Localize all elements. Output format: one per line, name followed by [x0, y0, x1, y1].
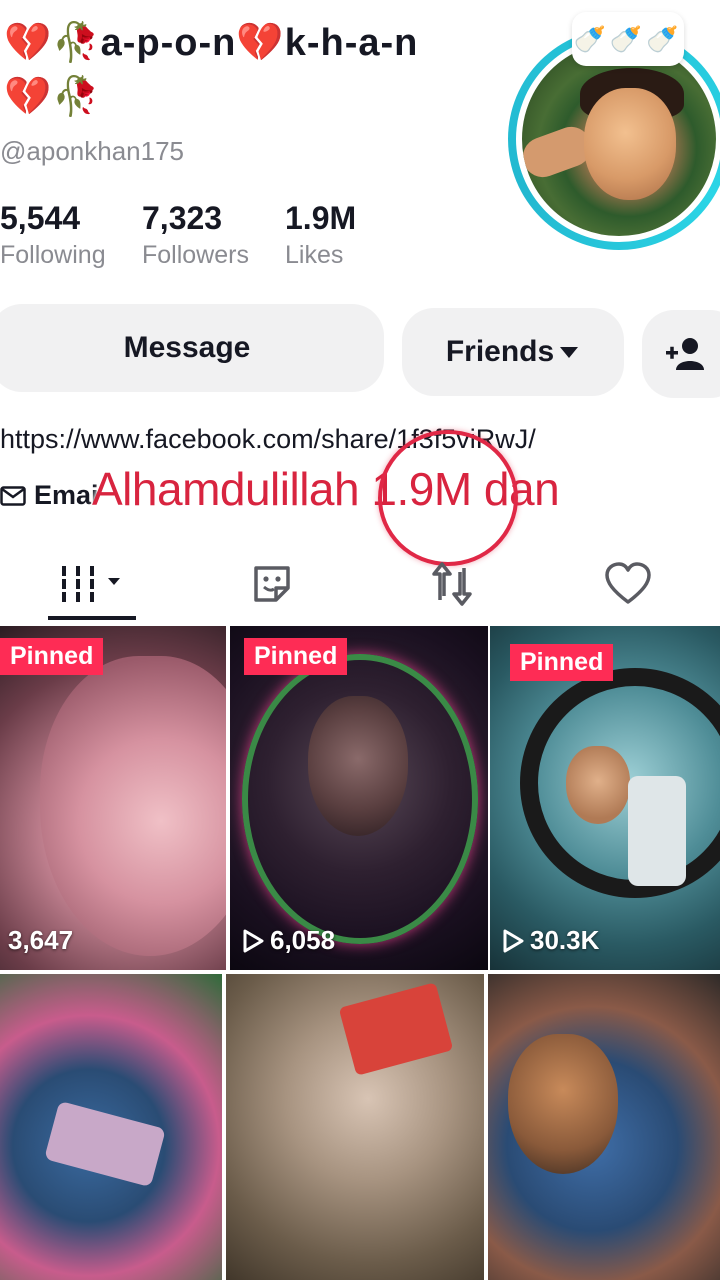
display-name-part2: k-h-a-n	[284, 22, 419, 64]
thumbnail-image	[308, 696, 408, 836]
message-button[interactable]: Message	[0, 304, 384, 392]
active-tab-indicator	[48, 616, 136, 620]
display-name-line2: 💔🥀	[4, 74, 101, 119]
followers-label: Followers	[142, 241, 249, 269]
view-count: 6,058	[242, 925, 335, 956]
video-thumbnail[interactable]	[488, 974, 720, 1280]
pinned-badge: Pinned	[244, 638, 348, 675]
pinned-badge: Pinned	[510, 644, 614, 681]
avatar-badge[interactable]: 🍼🍼🍼	[572, 12, 684, 66]
rose-emoji: 🥀	[52, 20, 101, 64]
broken-heart-emoji: 💔	[4, 74, 53, 118]
avatar-image	[516, 36, 720, 242]
tab-collection[interactable]	[240, 556, 304, 612]
thumbnail-image	[566, 746, 630, 824]
followers-stat[interactable]: 7,323 Followers	[142, 200, 249, 270]
thumbnail-image	[44, 1100, 166, 1188]
tab-videos[interactable]	[48, 556, 138, 612]
display-name: 💔🥀a-p-o-n💔k-h-a-n	[4, 20, 418, 65]
view-count-text: 30.3K	[530, 925, 600, 955]
view-count-text: 6,058	[270, 925, 336, 955]
likes-label: Likes	[285, 241, 344, 269]
sticker-icon	[254, 566, 290, 602]
thumbnail-image	[40, 656, 226, 956]
phone-shape	[628, 776, 686, 886]
add-user-icon	[666, 338, 704, 370]
friends-button[interactable]: Friends	[402, 308, 624, 396]
email-link[interactable]: Emai	[0, 480, 99, 511]
caret-down-icon	[560, 347, 579, 358]
pinned-badge: Pinned	[0, 638, 104, 675]
username-handle: @aponkhan175	[0, 136, 184, 166]
broken-heart-emoji: 💔	[4, 20, 53, 64]
friends-label: Friends	[445, 335, 555, 368]
likes-count: 1.9M	[285, 200, 357, 236]
repost-icon	[432, 562, 472, 606]
email-label: Emai	[34, 480, 99, 510]
view-count: 30.3K	[502, 925, 599, 956]
following-count: 5,544	[0, 200, 81, 236]
thumbnail-image	[338, 982, 454, 1076]
display-name-part1: a-p-o-n	[100, 22, 237, 64]
mail-icon	[0, 485, 26, 506]
video-thumbnail[interactable]: Pinned 6,058	[230, 626, 488, 970]
video-thumbnail[interactable]: Pinned 3,647	[0, 626, 226, 970]
rose-emoji: 🥀	[52, 74, 101, 118]
video-thumbnail[interactable]: Pinned 30.3K	[490, 626, 720, 970]
followers-count: 7,323	[142, 200, 223, 236]
video-grid: Pinned 3,647 Pinned 6,058 Pinned 30.3K	[0, 626, 720, 1280]
video-thumbnail[interactable]	[226, 974, 484, 1280]
broken-heart-emoji: 💔	[236, 20, 285, 64]
grid-icon	[60, 566, 120, 602]
thumbnail-image	[508, 1034, 618, 1174]
heart-icon	[605, 562, 651, 604]
tab-liked[interactable]	[596, 556, 660, 612]
following-stat[interactable]: 5,544 Following	[0, 200, 106, 270]
following-label: Following	[0, 241, 106, 269]
view-count: 3,647	[8, 925, 73, 956]
likes-stat[interactable]: 1.9M Likes	[285, 200, 356, 270]
add-user-button[interactable]	[642, 310, 720, 398]
play-icon	[503, 929, 524, 952]
profile-tabs	[0, 540, 720, 630]
play-icon	[243, 929, 264, 952]
video-thumbnail[interactable]	[0, 974, 222, 1280]
view-count-text: 3,647	[8, 925, 74, 955]
tab-reposts[interactable]	[420, 556, 484, 612]
